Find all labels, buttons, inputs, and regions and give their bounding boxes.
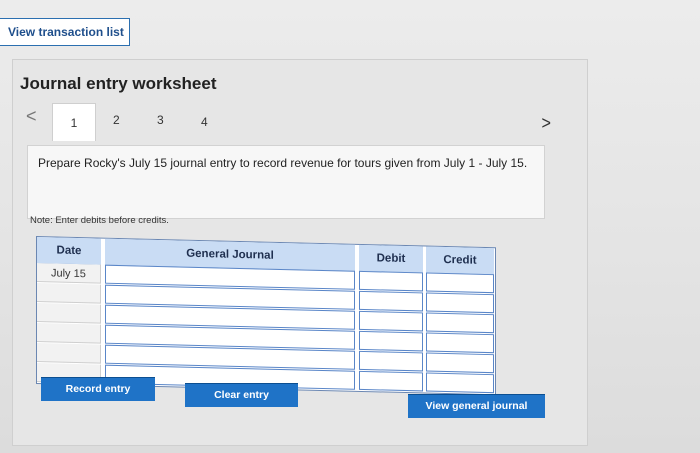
chevron-left-icon[interactable]: < bbox=[26, 106, 37, 127]
table-row-date bbox=[37, 323, 101, 344]
journal-table: Date General Journal Debit Credit July 1… bbox=[36, 236, 496, 396]
tab-4[interactable]: 4 bbox=[201, 115, 208, 129]
table-row-date: July 15 bbox=[37, 263, 101, 284]
column-header-date: Date bbox=[37, 237, 101, 267]
date-cell bbox=[37, 283, 100, 289]
tab-1[interactable]: 1 bbox=[52, 103, 96, 141]
tab-label: 2 bbox=[113, 113, 120, 127]
table-row-date bbox=[37, 303, 101, 324]
date-cell bbox=[37, 343, 100, 349]
debit-input[interactable] bbox=[359, 370, 423, 392]
date-cell bbox=[37, 323, 100, 329]
credit-input[interactable] bbox=[426, 352, 494, 374]
tab-3[interactable]: 3 bbox=[157, 113, 164, 127]
table-row-date bbox=[37, 283, 101, 304]
date-cell bbox=[37, 303, 100, 309]
credit-input[interactable] bbox=[426, 292, 494, 314]
debit-input[interactable] bbox=[359, 350, 423, 372]
clear-entry-button[interactable]: Clear entry bbox=[185, 383, 298, 407]
debit-input[interactable] bbox=[359, 290, 423, 312]
credit-input[interactable] bbox=[426, 332, 494, 354]
view-transaction-list-button[interactable]: View transaction list bbox=[0, 18, 130, 46]
table-row-date bbox=[37, 343, 101, 364]
column-header-debit: Debit bbox=[359, 244, 423, 275]
question-prompt: Prepare Rocky's July 15 journal entry to… bbox=[27, 145, 545, 219]
date-cell bbox=[37, 363, 100, 369]
record-entry-button[interactable]: Record entry bbox=[41, 377, 155, 401]
note-text: Note: Enter debits before credits. bbox=[30, 215, 169, 226]
view-general-journal-button[interactable]: View general journal bbox=[408, 394, 545, 418]
prompt-text: Prepare Rocky's July 15 journal entry to… bbox=[38, 156, 528, 170]
credit-input[interactable] bbox=[426, 312, 494, 334]
chevron-right-icon[interactable]: > bbox=[542, 113, 551, 134]
page-title: Journal entry worksheet bbox=[20, 74, 217, 93]
debit-input[interactable] bbox=[359, 270, 423, 292]
credit-input[interactable] bbox=[426, 272, 494, 294]
column-header-credit: Credit bbox=[426, 246, 494, 277]
tab-label: 4 bbox=[201, 115, 208, 129]
debit-input[interactable] bbox=[359, 310, 423, 332]
tab-label: 1 bbox=[70, 115, 78, 130]
credit-input[interactable] bbox=[426, 372, 494, 394]
tab-2[interactable]: 2 bbox=[113, 113, 120, 127]
tab-label: 3 bbox=[157, 113, 164, 127]
date-cell: July 15 bbox=[51, 267, 86, 281]
debit-input[interactable] bbox=[359, 330, 423, 352]
